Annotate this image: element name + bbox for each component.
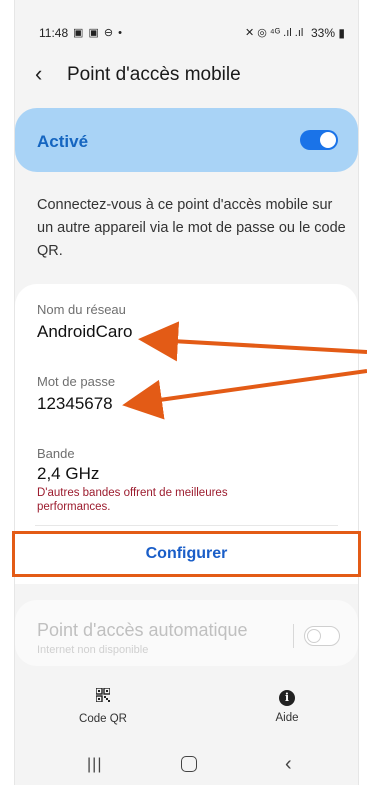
- password-label: Mot de passe: [37, 374, 116, 389]
- recent-apps-icon[interactable]: |||: [87, 756, 102, 774]
- system-nav-bar: ||| ‹: [15, 748, 358, 785]
- hotspot-switch[interactable]: [300, 130, 338, 150]
- hotspot-toggle-card[interactable]: Activé: [15, 108, 358, 172]
- band-warning: D'autres bandes offrent de meilleures pe…: [37, 487, 228, 513]
- nav-back-icon[interactable]: ‹: [285, 753, 292, 776]
- phone-frame-left: [0, 0, 15, 785]
- status-time: 11:48: [39, 26, 69, 40]
- network-name-label: Nom du réseau: [37, 302, 126, 317]
- configure-button[interactable]: Configurer: [15, 534, 358, 574]
- auto-hotspot-subtitle: Internet non disponible: [37, 644, 149, 656]
- band-value[interactable]: 2,4 GHz: [37, 464, 99, 484]
- separator: [293, 624, 294, 648]
- network-name-value[interactable]: AndroidCaro: [37, 322, 132, 342]
- home-icon[interactable]: [181, 756, 197, 772]
- header: ‹ Point d'accès mobile: [15, 58, 358, 94]
- help-label: Aide: [275, 712, 299, 724]
- bottom-actions: Code QR i Aide: [15, 688, 358, 734]
- auto-hotspot-switch[interactable]: [304, 626, 340, 646]
- page-title: Point d'accès mobile: [67, 64, 241, 85]
- hotspot-description: Connectez-vous à ce point d'accès mobile…: [37, 197, 346, 259]
- switch-knob: [307, 628, 321, 643]
- screen: 11:48 ▣ ▣ ⊖ • ✕ ◎ ⁴ᴳ .ıl .ıl 33% ▮ ‹ Poi…: [12, 0, 361, 785]
- back-arrow-icon[interactable]: ‹: [35, 60, 42, 88]
- qr-code-button[interactable]: Code QR: [63, 688, 143, 725]
- auto-hotspot-card[interactable]: Point d'accès automatique Internet non d…: [15, 600, 358, 666]
- hotspot-toggle-label: Activé: [37, 132, 89, 151]
- configure-highlight-box: Configurer: [12, 531, 361, 577]
- battery-level: 33% ▮: [311, 26, 345, 40]
- password-value[interactable]: 12345678: [37, 394, 113, 414]
- divider: [35, 525, 338, 526]
- band-label: Bande: [37, 446, 75, 461]
- auto-hotspot-title: Point d'accès automatique: [37, 620, 248, 640]
- signal-icons: ✕ ◎ ⁴ᴳ .ıl .ıl: [245, 27, 304, 39]
- qr-code-icon: [96, 688, 110, 702]
- help-button[interactable]: i Aide: [247, 688, 327, 724]
- phone-frame-right: [358, 0, 367, 785]
- notification-icons: ▣ ▣ ⊖ •: [73, 27, 124, 39]
- qr-code-label: Code QR: [79, 713, 127, 725]
- status-bar: 11:48 ▣ ▣ ⊖ • ✕ ◎ ⁴ᴳ .ıl .ıl 33% ▮: [15, 0, 358, 40]
- info-icon: i: [279, 690, 295, 706]
- switch-knob: [320, 132, 336, 148]
